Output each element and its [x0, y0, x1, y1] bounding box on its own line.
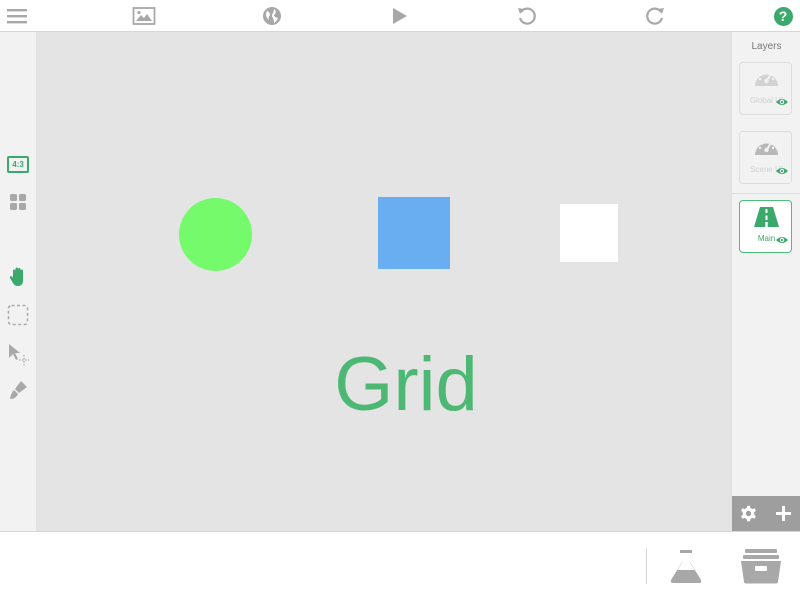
layers-footer: [732, 496, 800, 531]
layer-main[interactable]: Main: [739, 200, 792, 253]
hamburger-menu-icon[interactable]: [5, 4, 29, 28]
grid-view-icon[interactable]: [6, 190, 30, 214]
plus-icon[interactable]: [775, 505, 792, 527]
brush-icon[interactable]: [6, 378, 30, 402]
eye-icon[interactable]: [775, 94, 789, 112]
bottom-divider: [646, 548, 647, 584]
archive-box-icon[interactable]: [739, 547, 783, 590]
gear-icon[interactable]: [740, 505, 757, 527]
image-icon[interactable]: [132, 4, 156, 28]
road-icon: [753, 206, 780, 233]
select-move-icon[interactable]: [6, 342, 30, 366]
layer-global-ui[interactable]: Global UI: [739, 62, 792, 115]
green-circle-object[interactable]: [179, 198, 252, 271]
play-icon[interactable]: [387, 4, 411, 28]
layers-panel: Layers Global UI Scene UI Main: [731, 32, 800, 531]
layer-scene-ui[interactable]: Scene UI: [739, 131, 792, 184]
hand-pan-icon[interactable]: [6, 265, 30, 289]
left-toolbar: 4:3: [0, 32, 37, 531]
eye-icon[interactable]: [775, 232, 789, 250]
bottom-bar: [0, 531, 800, 601]
white-square-object[interactable]: [560, 204, 618, 262]
flask-icon[interactable]: [667, 547, 705, 590]
grid-text-object[interactable]: Grid: [331, 347, 481, 423]
help-icon[interactable]: ?: [771, 4, 795, 28]
gauge-icon: [753, 68, 780, 95]
globe-icon[interactable]: [260, 4, 284, 28]
top-toolbar: ?: [0, 0, 800, 32]
blue-square-object[interactable]: [378, 197, 450, 269]
aspect-ratio-label: 4:3: [7, 155, 29, 173]
layers-title: Layers: [751, 41, 782, 52]
eye-icon[interactable]: [775, 163, 789, 181]
scene-canvas[interactable]: Grid: [37, 32, 731, 531]
marquee-select-icon[interactable]: [6, 303, 30, 327]
gauge-icon: [753, 137, 780, 164]
aspect-ratio-button[interactable]: 4:3: [6, 152, 30, 176]
undo-icon[interactable]: [515, 4, 539, 28]
layer-divider: [732, 193, 800, 194]
help-icon-text: ?: [773, 6, 793, 26]
redo-icon[interactable]: [643, 4, 667, 28]
